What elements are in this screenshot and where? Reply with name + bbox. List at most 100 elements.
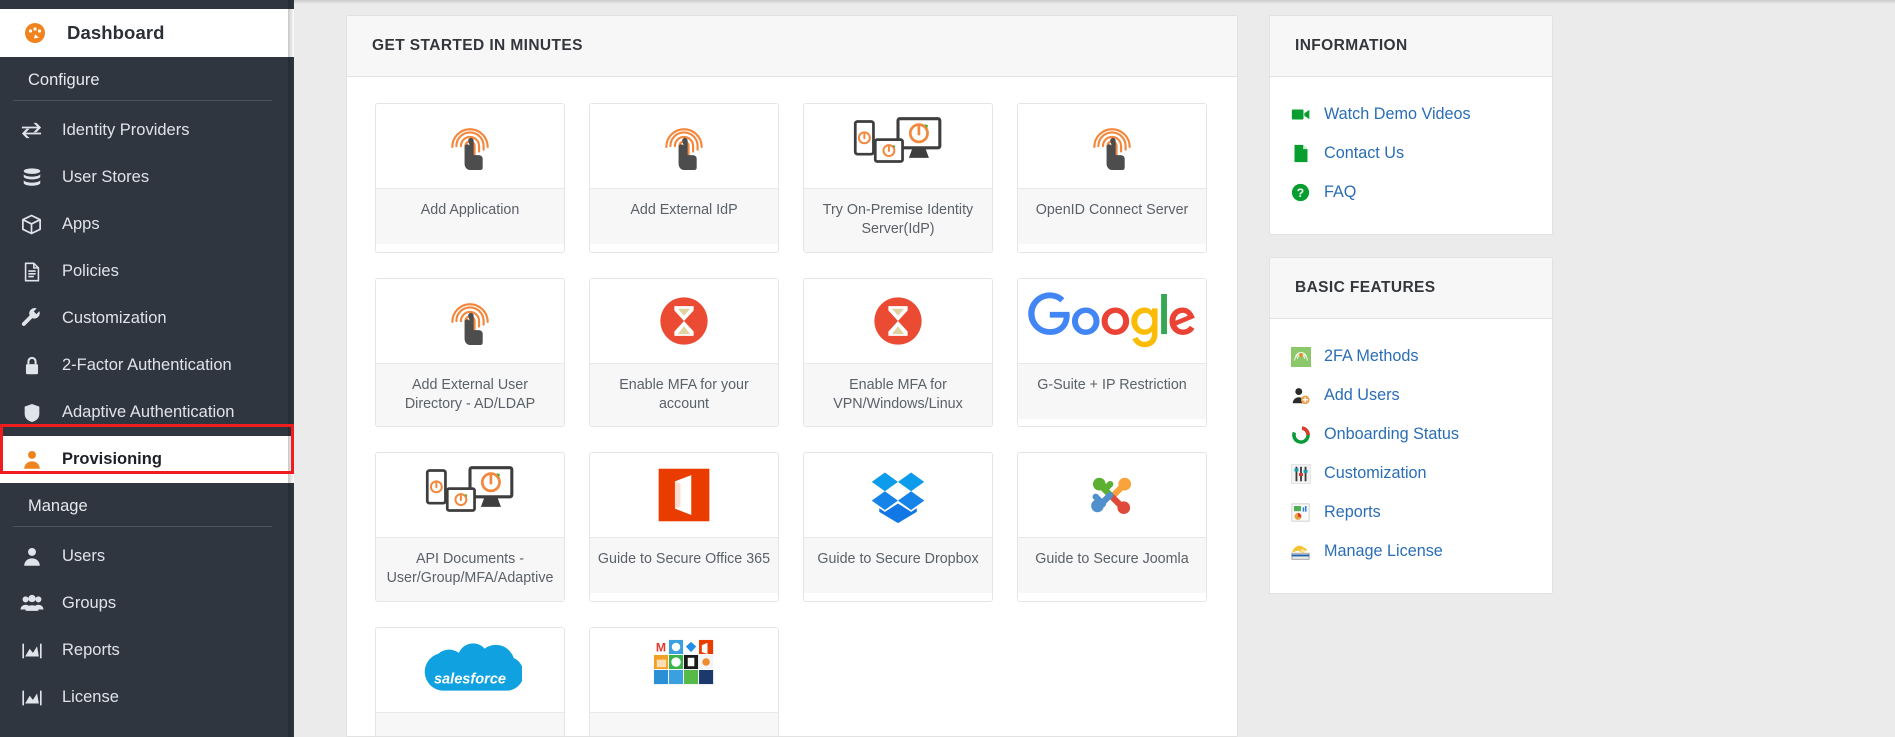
sidebar-divider [13, 100, 272, 101]
sidebar-item-label: Policies [62, 262, 119, 280]
chart-area-icon [19, 685, 44, 710]
sidebar-item-apps[interactable]: Apps [0, 201, 294, 248]
link-label: Onboarding Status [1324, 425, 1459, 443]
user-icon [19, 544, 44, 569]
basic-features-title: BASIC FEATURES [1270, 258, 1552, 319]
database-icon [19, 165, 44, 190]
sidebar-item-label: User Stores [62, 168, 150, 186]
information-links: Watch Demo Videos Contact Us ? FAQ [1270, 77, 1552, 234]
document-green-icon [1290, 143, 1311, 164]
sidebar-divider [13, 526, 272, 527]
link-contact-us[interactable]: Contact Us [1270, 134, 1552, 173]
sidebar-item-policies[interactable]: Policies [0, 248, 294, 295]
devices-icon [376, 453, 564, 538]
google-logo-icon [1018, 278, 1206, 363]
dashboard-gauge-icon [22, 21, 47, 46]
fingerprint-touch-icon [376, 104, 564, 188]
card-guide-secure-dropbox[interactable]: Guide to Secure Dropbox [803, 452, 993, 602]
card-try-on-premise-identity-server[interactable]: Try On-Premise Identity Server(IdP) [803, 103, 993, 253]
sidebar-item-label: Groups [62, 594, 117, 612]
link-label: 2FA Methods [1324, 347, 1419, 365]
link-faq[interactable]: ? FAQ [1270, 173, 1552, 212]
link-onboarding-status[interactable]: Onboarding Status [1270, 415, 1552, 454]
card-api-documents[interactable]: API Documents - User/Group/MFA/Adaptive [375, 452, 565, 602]
get-started-card-grid: Add Application Add External IdP Try On-… [347, 77, 1237, 736]
link-watch-demo-videos[interactable]: Watch Demo Videos [1270, 95, 1552, 134]
svg-text:M: M [656, 640, 666, 654]
sidebar-item-customization[interactable]: Customization [0, 295, 294, 342]
page-top-edge [294, 0, 1895, 4]
card-label: Add External User Directory - AD/LDAP [376, 362, 564, 427]
sidebar-brand-dashboard[interactable]: Dashboard [0, 9, 294, 57]
card-guide-secure-joomla[interactable]: Guide to Secure Joomla [1017, 452, 1207, 602]
sidebar-item-identity-providers[interactable]: Identity Providers [0, 107, 294, 154]
link-label: Reports [1324, 503, 1381, 521]
sidebar-item-provisioning[interactable]: Provisioning [0, 436, 294, 483]
sidebar: Dashboard Configure Identity Providers U… [0, 0, 294, 737]
card-enable-mfa-vpn-windows-linux[interactable]: Enable MFA for VPN/Windows/Linux [803, 277, 993, 428]
sliders-icon [1290, 463, 1311, 484]
card-label: Try On-Premise Identity Server(IdP) [804, 188, 992, 252]
sidebar-item-label: License [62, 688, 119, 706]
exchange-arrows-icon [19, 118, 44, 143]
card-guide-secure-office-365[interactable]: Guide to Secure Office 365 [589, 452, 779, 602]
sidebar-section-configure: Configure [28, 71, 100, 89]
user-orange-icon [19, 447, 44, 472]
donut-chart-icon [1290, 424, 1311, 445]
sidebar-item-reports[interactable]: Reports [0, 627, 294, 674]
link-add-users[interactable]: Add Users [1270, 376, 1552, 415]
sidebar-item-label: Users [62, 547, 106, 565]
fingerprint-green-icon [1290, 346, 1311, 367]
sidebar-item-user-stores[interactable]: User Stores [0, 154, 294, 201]
card-label: Guide to Secure Dropbox [804, 537, 992, 594]
fingerprint-touch-icon [1018, 104, 1206, 188]
card-app-grid[interactable]: M [589, 626, 779, 736]
link-manage-license[interactable]: Manage License [1270, 532, 1552, 571]
card-label: Enable MFA for your account [590, 362, 778, 427]
sidebar-section-manage: Manage [28, 497, 88, 515]
card-label: Add External IdP [590, 188, 778, 244]
link-reports[interactable]: Reports [1270, 493, 1552, 532]
card-gsuite-ip-restriction[interactable]: G-Suite + IP Restriction [1017, 277, 1207, 428]
chart-area-icon [19, 638, 44, 663]
dropbox-logo-icon [804, 453, 992, 538]
link-label: Customization [1324, 464, 1427, 482]
card-swipe-icon [1290, 541, 1311, 562]
right-column: INFORMATION Watch Demo Videos Contact Us… [1269, 15, 1553, 737]
card-enable-mfa-your-account[interactable]: Enable MFA for your account [589, 277, 779, 428]
card-add-external-user-directory[interactable]: Add External User Directory - AD/LDAP [375, 277, 565, 428]
sidebar-item-label: Adaptive Authentication [62, 403, 235, 421]
fingerprint-touch-icon [376, 278, 564, 363]
card-label: G-Suite + IP Restriction [1018, 362, 1206, 419]
card-label [590, 711, 778, 736]
link-customization[interactable]: Customization [1270, 454, 1552, 493]
salesforce-logo-icon: salesforce [376, 627, 564, 712]
card-add-external-idp[interactable]: Add External IdP [589, 103, 779, 253]
sidebar-item-groups[interactable]: Groups [0, 580, 294, 627]
video-camera-icon [1290, 104, 1311, 125]
card-label: OpenID Connect Server [1018, 188, 1206, 244]
sidebar-item-adaptive-authentication[interactable]: Adaptive Authentication [0, 389, 294, 436]
app-grid-icon: M [590, 627, 778, 712]
joomla-logo-icon [1018, 453, 1206, 538]
sidebar-top-strip [0, 0, 294, 9]
card-openid-connect-server[interactable]: OpenID Connect Server [1017, 103, 1207, 253]
sidebar-item-2-factor-authentication[interactable]: 2-Factor Authentication [0, 342, 294, 389]
lock-icon [19, 353, 44, 378]
svg-text:salesforce: salesforce [434, 671, 506, 687]
card-add-application[interactable]: Add Application [375, 103, 565, 253]
sidebar-item-license[interactable]: License [0, 674, 294, 721]
card-label: Guide to Secure Joomla [1018, 537, 1206, 594]
question-circle-icon: ? [1290, 182, 1311, 203]
link-2fa-methods[interactable]: 2FA Methods [1270, 337, 1552, 376]
app-root: Dashboard Configure Identity Providers U… [0, 0, 1895, 737]
sidebar-item-label: Identity Providers [62, 121, 190, 139]
sidebar-item-label: Reports [62, 641, 120, 659]
basic-features-links: 2FA Methods Add Users Onboarding Status … [1270, 319, 1552, 593]
card-salesforce[interactable]: salesforce [375, 626, 565, 736]
svg-text:?: ? [1297, 186, 1304, 200]
card-label: Enable MFA for VPN/Windows/Linux [804, 362, 992, 427]
sidebar-item-users[interactable]: Users [0, 533, 294, 580]
get-started-title: GET STARTED IN MINUTES [347, 16, 1237, 77]
link-label: Watch Demo Videos [1324, 105, 1471, 123]
